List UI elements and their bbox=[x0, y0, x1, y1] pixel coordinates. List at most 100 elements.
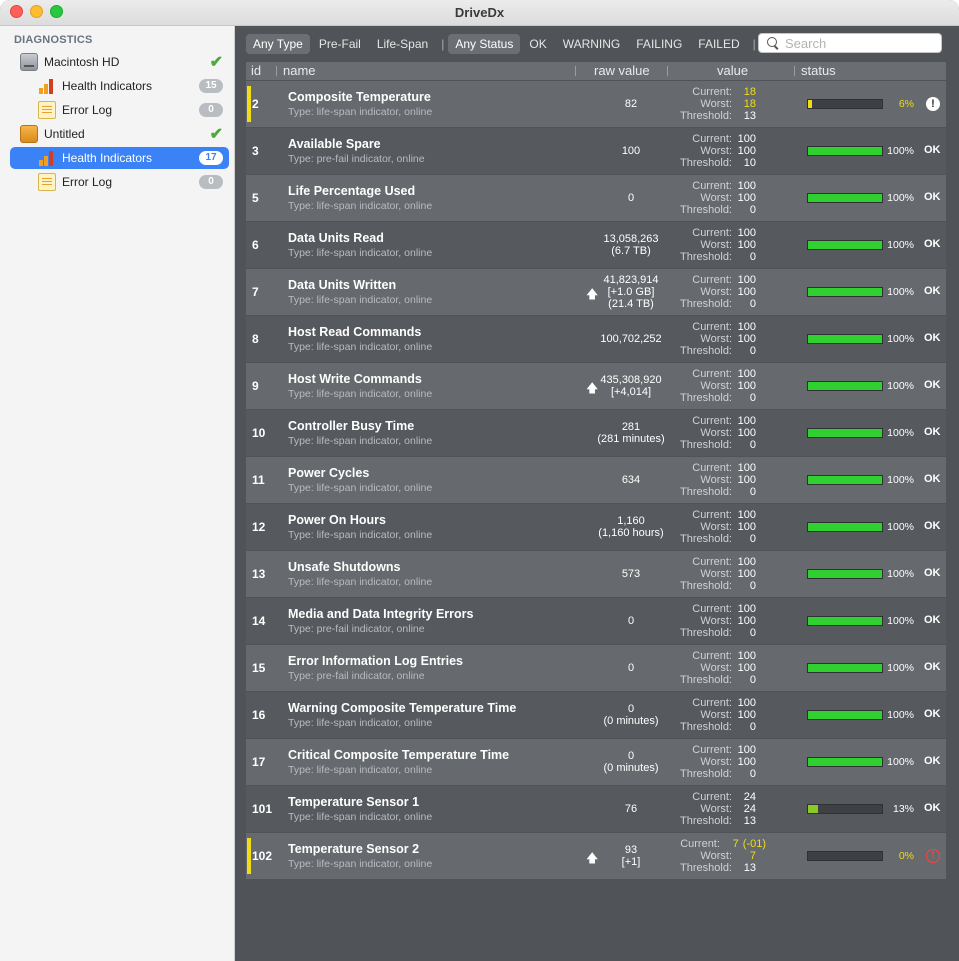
table-row[interactable]: 101 Temperature Sensor 1 Type: life-span i… bbox=[246, 786, 946, 832]
table-row[interactable]: 13 Unsafe Shutdowns Type: life-span indica… bbox=[246, 551, 946, 597]
column-header-status[interactable]: status bbox=[801, 63, 836, 78]
worst-label: Worst: bbox=[700, 427, 732, 439]
filter-warning[interactable]: WARNING bbox=[556, 34, 628, 54]
table-row[interactable]: 16 Warning Composite Temperature Time Type… bbox=[246, 692, 946, 738]
raw-value-line: [+4,014] bbox=[610, 386, 652, 398]
raw-value: 0 bbox=[576, 175, 686, 221]
value-cell: Current: 100 Worst: 100 Threshold: 0 bbox=[676, 321, 766, 357]
health-bar bbox=[807, 334, 883, 344]
raw-value: 1,160 (1,160 hours) bbox=[576, 504, 686, 550]
row-type: Type: life-span indicator, online bbox=[288, 529, 433, 541]
worst-value: 100 bbox=[737, 239, 756, 251]
search-input[interactable] bbox=[785, 35, 935, 51]
current-value: 100 bbox=[737, 274, 756, 286]
main-panel: Any Type Pre-Fail Life-Span | Any Status… bbox=[236, 26, 959, 961]
threshold-value: 0 bbox=[749, 721, 756, 733]
value-cell: Current: 24 Worst: 24 Threshold: 13 bbox=[676, 791, 766, 827]
raw-value: 100 bbox=[576, 128, 686, 174]
table-row[interactable]: 10 Controller Busy Time Type: life-span in… bbox=[246, 410, 946, 456]
filter-any-status[interactable]: Any Status bbox=[448, 34, 521, 54]
health-bar-fill bbox=[808, 100, 813, 108]
sidebar-item-macintosh-hd[interactable]: Macintosh HD ✔ bbox=[10, 51, 229, 73]
raw-value: 573 bbox=[576, 551, 686, 597]
current-value: 100 bbox=[737, 227, 756, 239]
table-row[interactable]: 9 Host Write Commands Type: life-span indi… bbox=[246, 363, 946, 409]
threshold-label: Threshold: bbox=[680, 392, 732, 404]
status-ok: OK bbox=[924, 708, 941, 720]
worst-label: Worst: bbox=[700, 145, 732, 157]
threshold-label: Threshold: bbox=[680, 439, 732, 451]
row-name: Error Information Log Entries bbox=[288, 654, 464, 668]
column-header-name[interactable]: name bbox=[283, 63, 316, 78]
raw-value-line: (6.7 TB) bbox=[611, 245, 651, 257]
table-row[interactable]: 15 Error Information Log Entries Type: pre… bbox=[246, 645, 946, 691]
error-icon[interactable]: ! bbox=[926, 849, 940, 863]
status-ok: OK bbox=[924, 473, 941, 485]
table-row[interactable]: 12 Power On Hours Type: life-span indicato… bbox=[246, 504, 946, 550]
filter-failing[interactable]: FAILING bbox=[629, 34, 689, 54]
filter-any-type[interactable]: Any Type bbox=[246, 34, 310, 54]
table-body: 2 Composite Temperature Type: life-span in… bbox=[246, 81, 946, 879]
search-icon bbox=[767, 37, 779, 49]
table-row[interactable]: 2 Composite Temperature Type: life-span in… bbox=[246, 81, 946, 127]
status-ok: OK bbox=[924, 567, 941, 579]
sidebar-item-error-log-untitled[interactable]: Error Log 0 bbox=[10, 171, 229, 193]
health-bar-fill bbox=[808, 570, 882, 578]
filter-failed[interactable]: FAILED bbox=[691, 34, 746, 54]
health-percent: 100% bbox=[887, 239, 914, 251]
sidebar-item-error-log-macintosh[interactable]: Error Log 0 bbox=[10, 99, 229, 121]
raw-value-line: (1,160 hours) bbox=[598, 527, 664, 539]
threshold-value: 0 bbox=[749, 674, 756, 686]
threshold-label: Threshold: bbox=[680, 110, 732, 122]
column-divider bbox=[276, 66, 277, 76]
raw-value-line: 100,702,252 bbox=[600, 333, 662, 345]
status-ok: OK bbox=[924, 332, 941, 344]
warning-flag bbox=[247, 838, 251, 874]
column-header-raw-value[interactable]: raw value bbox=[594, 63, 650, 78]
table-row[interactable]: 6 Data Units Read Type: life-span indicato… bbox=[246, 222, 946, 268]
raw-value: 281 (281 minutes) bbox=[576, 410, 686, 456]
health-bar bbox=[807, 804, 883, 814]
table-row[interactable]: 5 Life Percentage Used Type: life-span ind… bbox=[246, 175, 946, 221]
row-id: 6 bbox=[252, 238, 259, 252]
table-row[interactable]: 14 Media and Data Integrity Errors Type: p… bbox=[246, 598, 946, 644]
table-row[interactable]: 8 Host Read Commands Type: life-span indic… bbox=[246, 316, 946, 362]
threshold-label: Threshold: bbox=[680, 721, 732, 733]
row-type: Type: life-span indicator, online bbox=[288, 717, 433, 729]
row-id: 16 bbox=[252, 708, 266, 722]
current-label: Current: bbox=[692, 180, 732, 192]
raw-value-line: 573 bbox=[621, 568, 641, 580]
sidebar-item-health-indicators-untitled[interactable]: Health Indicators 17 bbox=[10, 147, 229, 169]
raw-value-line: (0 minutes) bbox=[603, 762, 659, 774]
table-row[interactable]: 11 Power Cycles Type: life-span indicator,… bbox=[246, 457, 946, 503]
table-row[interactable]: 7 Data Units Written Type: life-span indic… bbox=[246, 269, 946, 315]
column-header-id[interactable]: id bbox=[251, 63, 261, 78]
threshold-value: 0 bbox=[749, 392, 756, 404]
table-row[interactable]: 102 Temperature Sensor 2 Type: life-span i… bbox=[246, 833, 946, 879]
raw-value-line: 634 bbox=[621, 474, 641, 486]
threshold-label: Threshold: bbox=[680, 674, 732, 686]
table-row[interactable]: 17 Critical Composite Temperature Time Typ… bbox=[246, 739, 946, 785]
current-label: Current: bbox=[692, 509, 732, 521]
table-row[interactable]: 3 Available Spare Type: pre-fail indicator… bbox=[246, 128, 946, 174]
column-header-value[interactable]: value bbox=[717, 63, 748, 78]
sidebar-item-label: Untitled bbox=[44, 127, 85, 141]
filter-ok[interactable]: OK bbox=[522, 34, 553, 54]
worst-value: 100 bbox=[737, 145, 756, 157]
warning-icon[interactable]: ! bbox=[926, 97, 940, 111]
row-name: Life Percentage Used bbox=[288, 184, 416, 198]
current-value: 18 bbox=[743, 86, 756, 98]
raw-value: 93 [+1] bbox=[576, 833, 686, 879]
sidebar-item-health-indicators-macintosh[interactable]: Health Indicators 15 bbox=[10, 75, 229, 97]
sidebar-item-label: Error Log bbox=[62, 103, 113, 117]
raw-value-line: 0 bbox=[627, 703, 635, 715]
filter-life-span[interactable]: Life-Span bbox=[370, 34, 435, 54]
filter-pre-fail[interactable]: Pre-Fail bbox=[312, 34, 368, 54]
raw-value: 100,702,252 bbox=[576, 316, 686, 362]
raw-value-line: 13,058,263 bbox=[603, 233, 659, 245]
worst-label: Worst: bbox=[700, 521, 732, 533]
search-box[interactable] bbox=[758, 33, 942, 53]
log-icon bbox=[38, 101, 56, 119]
current-delta: (-01) bbox=[742, 838, 766, 850]
sidebar-item-untitled[interactable]: Untitled ✔ bbox=[10, 123, 229, 145]
